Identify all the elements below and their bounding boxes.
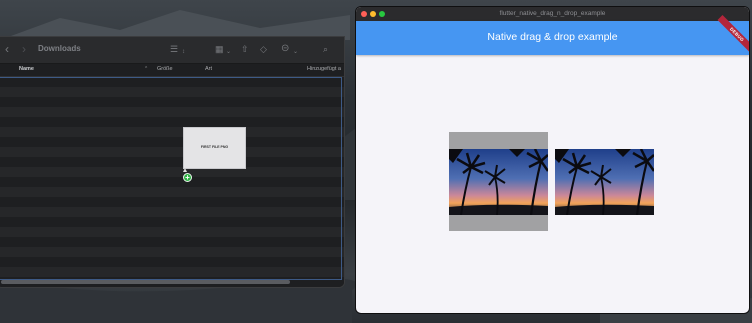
folder-title: Downloads [38, 44, 81, 53]
dragged-file-label: FIRST FILE PNG [200, 145, 229, 149]
tag-icon[interactable]: ◇ [260, 42, 267, 56]
sort-chevron-icon[interactable]: ⌃ [144, 66, 148, 72]
window-title: flutter_native_drag_n_drop_example [499, 10, 606, 17]
column-size[interactable]: Größe [157, 66, 173, 72]
action-menu-icon[interactable]: ⊝ [281, 42, 289, 56]
window-titlebar[interactable]: flutter_native_drag_n_drop_example [356, 7, 749, 21]
column-date-added[interactable]: Hinzugefügt a [307, 66, 341, 72]
draggable-image-sunset-palms-copy[interactable] [555, 149, 654, 215]
column-header: Name ⌃ Größe Art Hinzugefügt a [0, 64, 344, 77]
forward-chevron-icon[interactable]: › [22, 42, 26, 56]
app-bar-title: Native drag & drop example [487, 31, 618, 43]
column-name[interactable]: Name [19, 66, 34, 72]
action-chevron-down-icon[interactable]: ⌄ [293, 45, 298, 59]
grid-view-icon[interactable]: ▦ [215, 42, 224, 56]
copy-plus-icon: + [183, 173, 192, 182]
app-bar: Native drag & drop example [356, 21, 749, 55]
dragged-file-thumbnail[interactable]: FIRST FILE PNG [183, 127, 246, 169]
share-icon[interactable]: ⇧ [241, 42, 249, 56]
draggable-image-sunset-palms[interactable] [449, 149, 548, 215]
flutter-app-window: flutter_native_drag_n_drop_example Nativ… [355, 6, 750, 314]
drop-highlight [0, 77, 342, 280]
finder-toolbar: ‹ › Downloads ☰ ↕ ▦ ⌄ ⇧ ◇ ⊝ ⌄ ⌕ [0, 37, 344, 64]
search-icon[interactable]: ⌕ [323, 42, 328, 56]
view-options-chevron-icon[interactable]: ↕ [182, 45, 185, 59]
list-view-icon[interactable]: ☰ [170, 42, 178, 56]
horizontal-scrollbar[interactable] [1, 280, 290, 284]
column-kind[interactable]: Art [205, 66, 212, 72]
cursor-arrow-icon [183, 168, 187, 172]
finder-window: ‹ › Downloads ☰ ↕ ▦ ⌄ ⇧ ◇ ⊝ ⌄ ⌕ Name ⌃ G… [0, 36, 345, 288]
back-chevron-icon[interactable]: ‹ [5, 42, 9, 56]
grid-chevron-down-icon[interactable]: ⌄ [226, 45, 231, 59]
